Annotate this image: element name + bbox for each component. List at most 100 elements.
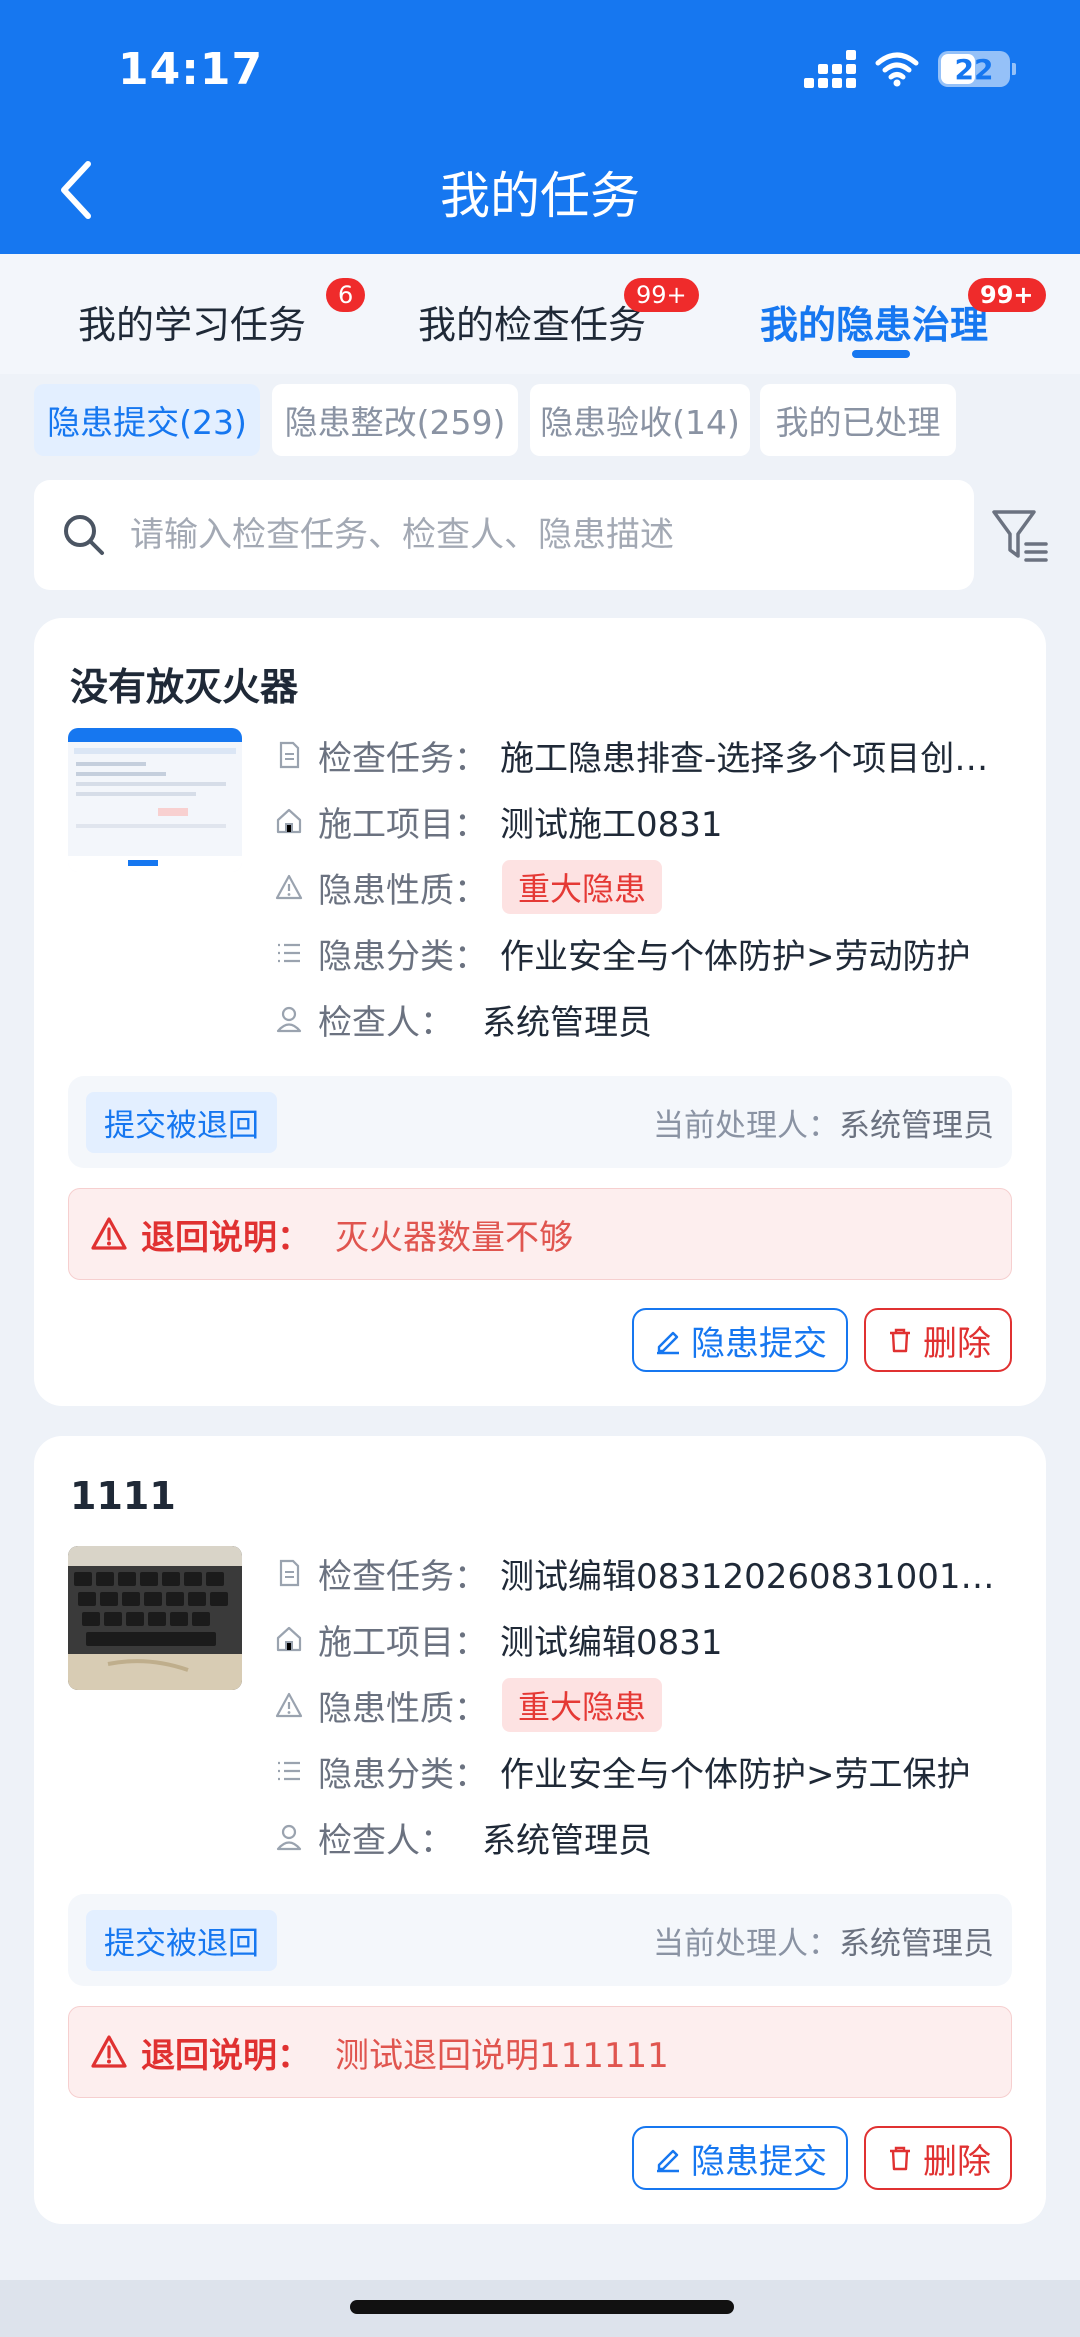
project-label: 施工项目： xyxy=(318,804,488,845)
nature-row: 隐患性质： 重大隐患 xyxy=(274,860,663,914)
app-header: 14:17 22 我的任务 xyxy=(0,0,1080,254)
delete-label: 删除 xyxy=(923,2141,991,2182)
page-title: 我的任务 xyxy=(440,167,640,225)
active-tab-indicator xyxy=(852,350,910,358)
reason-value: 灭火器数量不够 xyxy=(335,1217,573,1258)
warning-icon xyxy=(275,874,303,900)
submit-label: 隐患提交 xyxy=(691,1323,827,1364)
task-label: 检查任务： xyxy=(318,1556,488,1597)
handler-value: 系统管理员 xyxy=(839,1107,994,1144)
delete-label: 删除 xyxy=(923,1323,991,1364)
reason-value: 测试退回说明111111 xyxy=(335,2035,669,2076)
search-box xyxy=(34,480,974,590)
status-bar: 提交被退回 当前处理人：系统管理员 xyxy=(68,1076,1012,1168)
inspector-row: 检查人： 系统管理员 xyxy=(274,1812,652,1862)
task-value: 施工隐患排查-选择多个项目创… xyxy=(500,738,989,779)
battery-icon: 22 xyxy=(938,51,1016,87)
nature-label: 隐患性质： xyxy=(318,870,488,911)
tab-inspection[interactable]: 我的检查任务 99+ xyxy=(418,278,699,349)
trash-icon xyxy=(890,2146,910,2171)
battery-level: 22 xyxy=(954,52,994,86)
submit-hazard-button[interactable]: 隐患提交 xyxy=(632,1308,848,1372)
tab-label: 我的学习任务 xyxy=(78,303,307,347)
card-title: 没有放灭火器 xyxy=(70,665,299,709)
user-icon xyxy=(276,1006,302,1033)
nature-tag: 重大隐患 xyxy=(502,1678,663,1732)
document-icon xyxy=(279,741,300,769)
category-row: 隐患分类： 作业安全与个体防护>劳动防护 xyxy=(274,928,971,978)
tab-hazard[interactable]: 我的隐患治理 99+ xyxy=(760,278,1046,349)
list-icon xyxy=(278,1761,300,1781)
current-handler: 当前处理人：系统管理员 xyxy=(653,1100,994,1145)
warning-icon xyxy=(275,1692,303,1718)
tab-label: 我的检查任务 xyxy=(418,303,647,347)
edit-icon xyxy=(657,1331,679,1355)
inspector-label: 检查人： xyxy=(318,1820,454,1861)
subtab-processed[interactable]: 我的已处理 xyxy=(760,384,956,456)
alert-icon xyxy=(91,1217,127,1250)
wifi-icon xyxy=(875,52,919,87)
handler-value: 系统管理员 xyxy=(839,1925,994,1962)
delete-button[interactable]: 删除 xyxy=(864,2126,1012,2190)
tab-badge: 99+ xyxy=(624,278,699,312)
status-bar: 提交被退回 当前处理人：系统管理员 xyxy=(68,1894,1012,1986)
task-row: 检查任务： 施工隐患排查-选择多个项目创… xyxy=(274,730,1006,780)
filter-icon xyxy=(992,510,1048,562)
delete-button[interactable]: 删除 xyxy=(864,1308,1012,1372)
subtab-submit[interactable]: 隐患提交(23) xyxy=(34,384,260,456)
handler-label: 当前处理人： xyxy=(653,1107,839,1144)
inspector-row: 检查人： 系统管理员 xyxy=(274,994,652,1044)
reason-label: 退回说明： xyxy=(141,2035,311,2076)
category-value: 作业安全与个体防护>劳动防护 xyxy=(500,936,971,977)
subtab-accept[interactable]: 隐患验收(14) xyxy=(530,384,750,456)
subtab-rectify[interactable]: 隐患整改(259) xyxy=(272,384,518,456)
main-tabs: 我的学习任务 6 我的检查任务 99+ 我的隐患治理 99+ xyxy=(0,254,1080,374)
home-icon xyxy=(276,808,302,834)
status-icons: 22 xyxy=(804,50,1016,88)
tab-badge: 99+ xyxy=(968,278,1046,312)
tab-badge: 6 xyxy=(326,278,366,312)
submit-label: 隐患提交 xyxy=(691,2141,827,2182)
project-value: 测试编辑0831 xyxy=(500,1622,723,1663)
return-reason: 退回说明： 测试退回说明111111 xyxy=(68,2006,1012,2098)
list-icon xyxy=(278,943,300,963)
edit-icon xyxy=(657,2149,679,2173)
user-icon xyxy=(276,1824,302,1851)
project-row: 施工项目： 测试编辑0831 xyxy=(274,1614,723,1664)
task-row: 检查任务： 测试编辑083120260831001临… xyxy=(274,1548,1006,1598)
hazard-thumbnail[interactable] xyxy=(68,1546,242,1690)
nature-label: 隐患性质： xyxy=(318,1688,488,1729)
project-value: 测试施工0831 xyxy=(500,804,723,845)
tab-learning[interactable]: 我的学习任务 6 xyxy=(78,278,366,349)
status-time: 14:17 xyxy=(118,44,264,95)
task-value: 测试编辑083120260831001临… xyxy=(500,1556,1006,1597)
status-badge: 提交被退回 xyxy=(86,1091,277,1153)
handler-label: 当前处理人： xyxy=(653,1925,839,1962)
home-indicator[interactable] xyxy=(350,2300,734,2314)
category-label: 隐患分类： xyxy=(318,936,488,977)
tab-label: 我的隐患治理 xyxy=(760,303,989,347)
status-badge: 提交被退回 xyxy=(86,1909,277,1971)
category-label: 隐患分类： xyxy=(318,1754,488,1795)
inspector-value: 系统管理员 xyxy=(482,1002,652,1043)
category-value: 作业安全与个体防护>劳工保护 xyxy=(500,1754,971,1795)
search-input[interactable] xyxy=(130,515,950,555)
document-icon xyxy=(279,1559,300,1587)
nature-row: 隐患性质： 重大隐患 xyxy=(274,1678,663,1732)
return-reason: 退回说明： 灭火器数量不够 xyxy=(68,1188,1012,1280)
search-icon xyxy=(64,515,104,555)
reason-label: 退回说明： xyxy=(141,1217,311,1258)
filter-button[interactable] xyxy=(988,504,1052,568)
hazard-card[interactable]: 没有放灭火器 检查任务： 施工隐患排查-选择多个项目创… 施工项目： 测试施工0… xyxy=(34,618,1046,1406)
submit-hazard-button[interactable]: 隐患提交 xyxy=(632,2126,848,2190)
inspector-value: 系统管理员 xyxy=(482,1820,652,1861)
alert-icon xyxy=(91,2035,127,2068)
card-title: 1111 xyxy=(70,1474,176,1518)
hazard-thumbnail[interactable] xyxy=(68,728,242,872)
category-row: 隐患分类： 作业安全与个体防护>劳工保护 xyxy=(274,1746,971,1796)
task-label: 检查任务： xyxy=(318,738,488,779)
project-label: 施工项目： xyxy=(318,1622,488,1663)
trash-icon xyxy=(890,1328,910,1353)
hazard-card[interactable]: 1111 检查任务： 测试编辑083120260831001临… 施工项目： 测… xyxy=(34,1436,1046,2224)
home-icon xyxy=(276,1626,302,1652)
